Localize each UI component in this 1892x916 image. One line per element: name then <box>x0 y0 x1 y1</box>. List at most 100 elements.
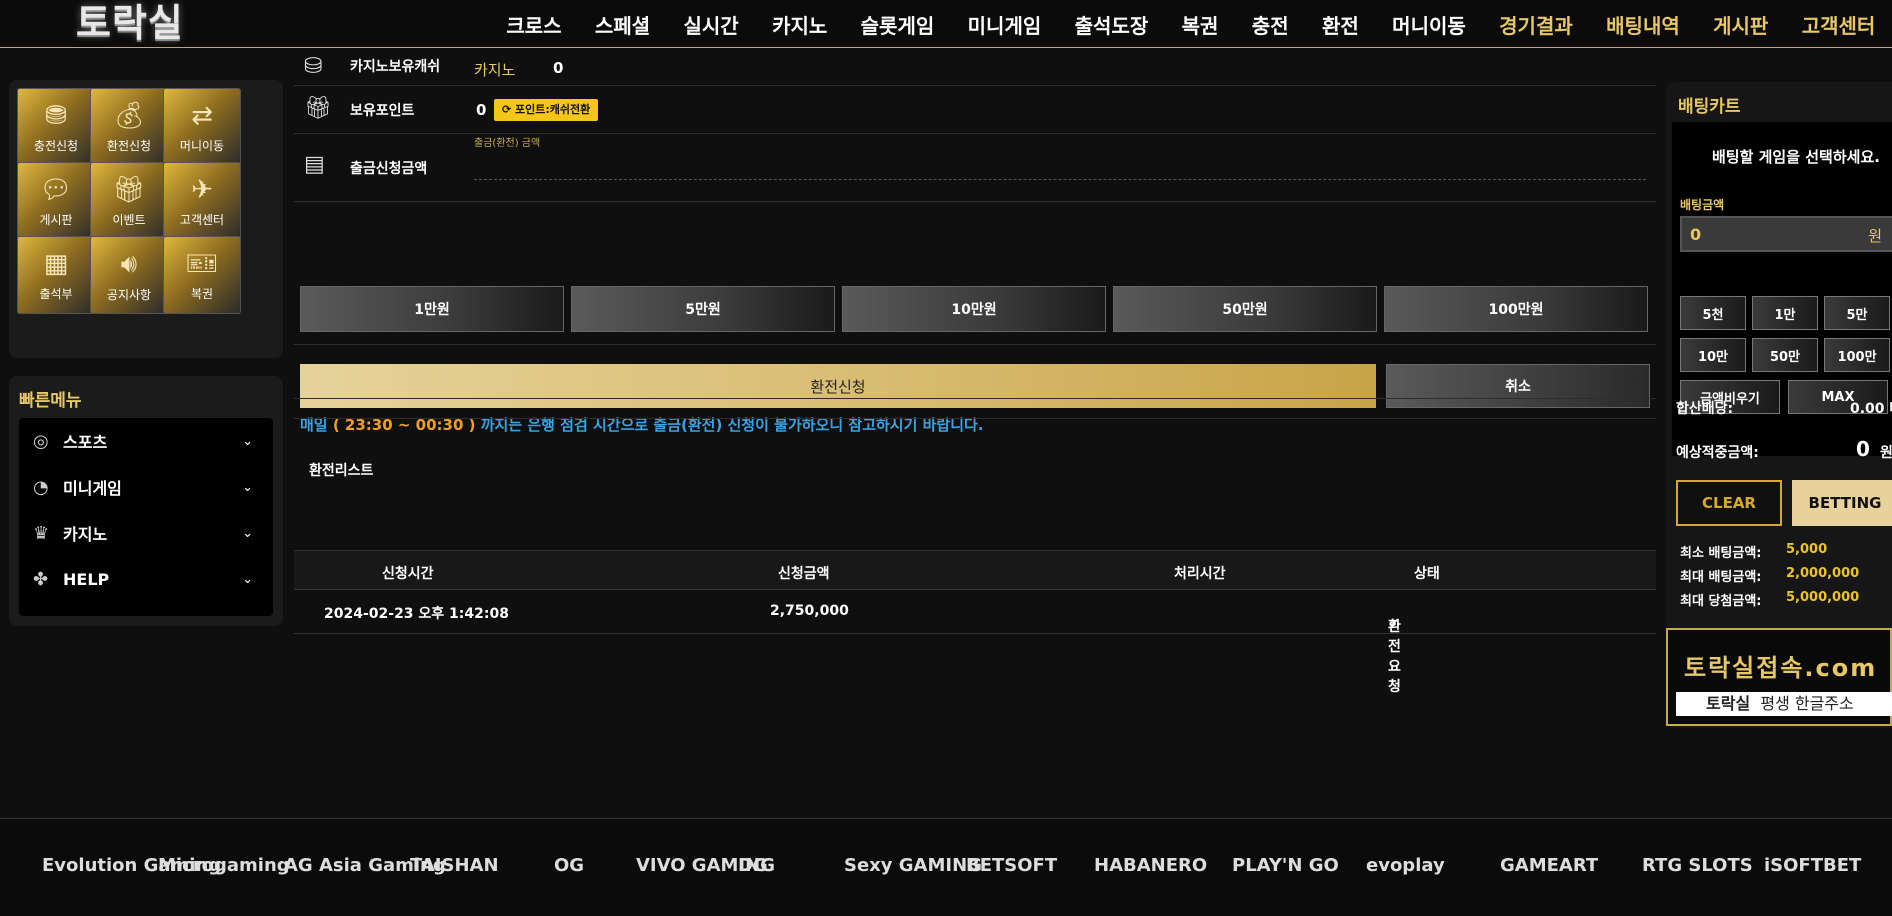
coins-stack-icon: ⛁ <box>304 54 323 79</box>
provider-logo: BETSOFT <box>966 855 1058 876</box>
money-bag-icon: 💰︎ <box>112 101 146 131</box>
shortcut-tile-label: 출석부 <box>39 287 73 301</box>
row-status-label: 환전요청 <box>1388 619 1401 695</box>
shortcut-tile[interactable]: 🎫︎ 복권 <box>163 236 241 314</box>
nav-item[interactable]: 스페셜 <box>578 10 667 39</box>
bet-amount-label: 배팅금액 <box>1680 198 1725 212</box>
shortcut-tile[interactable]: 🎁︎ 이벤트 <box>90 162 168 240</box>
shortcut-tile-label: 환전신청 <box>106 139 152 153</box>
divider <box>294 418 1656 419</box>
lottery-icon: 🎫︎ <box>185 249 219 279</box>
bet-cart-title: 배팅카트 <box>1678 97 1741 117</box>
max-win-label: 최대 당첨금액: <box>1680 594 1762 609</box>
convert-points-button[interactable]: ⟳ 포인트:캐쉬전환 <box>494 99 599 121</box>
nav-item[interactable]: 크로스 <box>490 10 579 39</box>
nav-item[interactable]: 실시간 <box>667 10 756 39</box>
shortcut-panel: ⛃ 충전신청 💰︎ 환전신청 ⇄ 머니이동 💬︎ 게시판 🎁︎ 이벤트 ✈︎ 고객센터 ▦ 출석부 🔊︎ 공지… <box>9 80 283 358</box>
quick-menu-item[interactable]: ✤ HELP ⌄ <box>19 556 273 602</box>
apply-withdraw-button[interactable]: 환전신청 <box>300 364 1376 408</box>
nav-item[interactable]: 슬롯게임 <box>844 10 951 39</box>
casino-cash-value: 0 <box>553 59 564 77</box>
provider-logo: iSOFTBET <box>1764 855 1862 876</box>
col-status: 상태 <box>1414 566 1440 582</box>
nav-item[interactable]: 배팅내역 <box>1589 10 1696 39</box>
shortcut-tile[interactable]: ✈︎ 고객센터 <box>163 162 241 240</box>
max-win-value: 5,000,000 <box>1786 590 1860 605</box>
amount-input[interactable] <box>474 150 1646 180</box>
min-bet-row: 최소 배팅금액: 5,000 <box>1680 542 1827 561</box>
main-nav: 크로스 스페셜 실시간 카지노 슬롯게임 미니게임 출석도장 복권 충전 환전 머니이동 경기결과 배팅… <box>490 0 1892 48</box>
bet-chip-button[interactable]: 1만 <box>1752 296 1818 330</box>
nav-item[interactable]: 머니이동 <box>1375 10 1482 39</box>
chevron-down-icon: ⌄ <box>242 571 253 587</box>
provider-logo: DG <box>738 855 768 876</box>
amount-row: ▤ 출금신청금액 출금(환전) 금액 <box>294 134 1656 202</box>
site-logo[interactable]: 토락실 <box>76 0 184 48</box>
top-navigation-bar: 토락실 크로스 스페셜 실시간 카지노 슬롯게임 미니게임 출석도장 복권 충전 환전 머니이동 경기… <box>0 0 1892 48</box>
expected-win-unit: 원 <box>1880 445 1892 461</box>
quick-menu-label: 카지노 <box>63 525 108 544</box>
nav-item[interactable]: 출석도장 <box>1058 10 1165 39</box>
quick-menu-item[interactable]: ◎ 스포츠 ⌄ <box>19 418 273 464</box>
bet-amount-input[interactable]: 0 원 <box>1680 216 1892 252</box>
provider-logo: GAMEART <box>1500 855 1599 876</box>
shortcut-tile[interactable]: 💰︎ 환전신청 <box>90 88 168 166</box>
quick-menu-label: 스포츠 <box>63 433 108 452</box>
quick-menu: 빠른메뉴 ◎ 스포츠 ⌄ ◔ 미니게임 ⌄ ♛ 카지노 ⌄ ✤ HELP ⌄ <box>9 376 283 626</box>
amount-label: 출금신청금액 <box>350 161 428 177</box>
min-bet-label: 최소 배팅금액: <box>1680 546 1762 561</box>
provider-logo: TAISHAN <box>410 855 499 876</box>
amount-preset-button[interactable]: 100만원 <box>1384 286 1648 332</box>
cancel-button[interactable]: 취소 <box>1386 364 1650 408</box>
shortcut-tile-label: 충전신청 <box>33 139 79 153</box>
nav-item[interactable]: 충전 <box>1235 10 1305 39</box>
quick-menu-item[interactable]: ◔ 미니게임 ⌄ <box>19 464 273 510</box>
clear-button[interactable]: CLEAR <box>1676 480 1782 526</box>
shortcut-tile-label: 게시판 <box>39 213 73 227</box>
shortcut-tile[interactable]: 💬︎ 게시판 <box>17 162 95 240</box>
max-bet-value: 2,000,000 <box>1786 566 1860 581</box>
nav-item[interactable]: 경기결과 <box>1482 10 1589 39</box>
amount-preset-button[interactable]: 50만원 <box>1113 286 1377 332</box>
bet-chip-button[interactable]: 5천 <box>1680 296 1746 330</box>
nav-item[interactable]: 복권 <box>1165 10 1235 39</box>
provider-logo: Microgaming <box>158 855 290 876</box>
betting-button[interactable]: BETTING <box>1792 480 1892 526</box>
history-table-header: 신청시간 신청금액 처리시간 상태 <box>294 550 1656 590</box>
shortcut-tile[interactable]: ▦ 출석부 <box>17 236 95 314</box>
amount-preset-button[interactable]: 5만원 <box>571 286 835 332</box>
table-row: 2024-02-23 오후 1:42:08 2,750,000 ✔ 환전요청 <box>294 590 1656 695</box>
quick-menu-label: 미니게임 <box>63 479 122 498</box>
shortcut-tile-label: 공지사항 <box>106 288 152 302</box>
shortcut-tile[interactable]: ⇄ 머니이동 <box>163 88 241 166</box>
bet-chip-button[interactable]: 5만 <box>1824 296 1890 330</box>
quick-menu-item[interactable]: ♛ 카지노 ⌄ <box>19 510 273 556</box>
domain-banner[interactable]: 토락실접속.com 토락실 평생 한글주소 <box>1666 628 1892 726</box>
nav-item[interactable]: 고객센터 <box>1785 10 1892 39</box>
provider-logo: PLAY'N GO <box>1232 855 1339 876</box>
quick-menu-list: ◎ 스포츠 ⌄ ◔ 미니게임 ⌄ ♛ 카지노 ⌄ ✤ HELP ⌄ <box>19 418 273 616</box>
bet-chip-button[interactable]: 10만 <box>1680 338 1746 372</box>
nav-item[interactable]: 미니게임 <box>951 10 1058 39</box>
convert-points-label: 포인트:캐쉬전환 <box>515 103 591 116</box>
bet-chip-button[interactable]: 100만 <box>1824 338 1890 372</box>
quick-menu-title: 빠른메뉴 <box>19 391 82 411</box>
banner-subtitle-brand: 토락실 <box>1706 694 1751 713</box>
col-request-amount: 신청금액 <box>778 566 830 582</box>
amount-preset-button[interactable]: 1만원 <box>300 286 564 332</box>
shortcut-tile[interactable]: 🔊︎ 공지사항 <box>90 236 168 314</box>
shortcut-tile-label: 머니이동 <box>179 139 225 153</box>
nav-item[interactable]: 게시판 <box>1696 10 1785 39</box>
bet-chip-button[interactable]: 50만 <box>1752 338 1818 372</box>
row-time: 2024-02-23 오후 1:42:08 <box>324 606 509 622</box>
provider-logo: Sexy GAMING <box>844 855 982 876</box>
max-win-row: 최대 당첨금액: 5,000,000 <box>1680 590 1859 609</box>
nav-item[interactable]: 카지노 <box>755 10 844 39</box>
nav-item[interactable]: 환전 <box>1305 10 1375 39</box>
basketball-icon: ◎ <box>33 430 49 452</box>
amount-preset-button[interactable]: 10만원 <box>842 286 1106 332</box>
calendar-icon: ▦ <box>43 249 69 279</box>
shortcut-tile[interactable]: ⛃ 충전신청 <box>17 88 95 166</box>
shortcut-tile-label: 이벤트 <box>112 213 146 227</box>
min-bet-value: 5,000 <box>1786 542 1828 557</box>
